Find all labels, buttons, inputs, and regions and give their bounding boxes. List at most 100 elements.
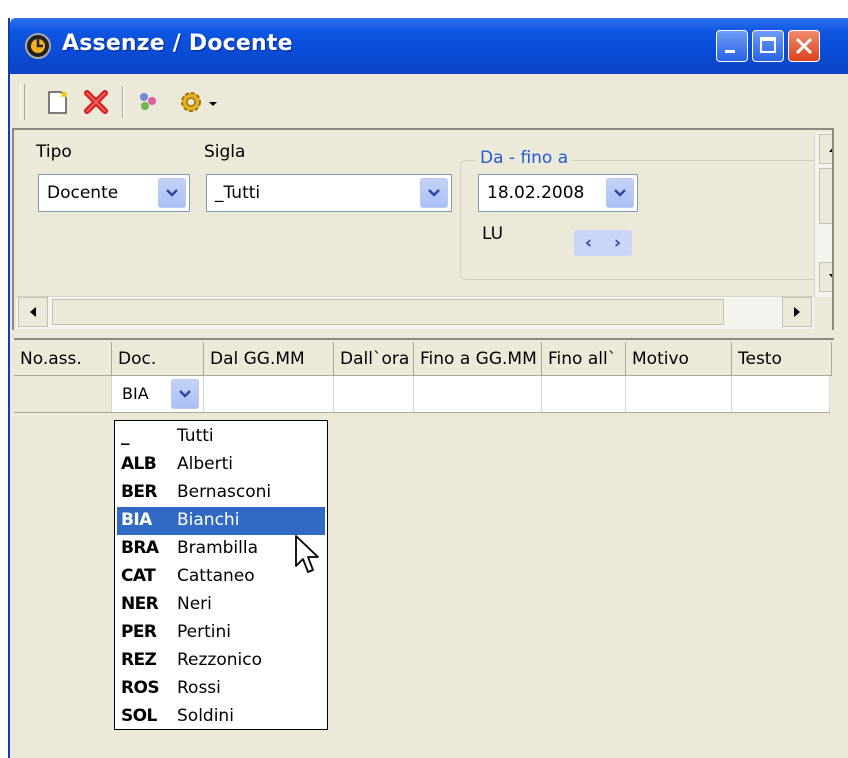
panel-vertical-scrollbar[interactable] (814, 132, 832, 297)
chevron-down-icon (428, 189, 440, 197)
maximize-icon (760, 37, 776, 53)
settings-dropdown-button[interactable] (170, 86, 226, 118)
list-item[interactable]: REZ Rezzonico (117, 647, 325, 675)
table-row[interactable]: BIA (14, 376, 830, 413)
teacher-name: Bianchi (177, 510, 240, 530)
list-item[interactable]: ROS Rossi (117, 675, 325, 703)
teacher-name: Cattaneo (177, 566, 255, 586)
chevron-down-icon (179, 390, 191, 398)
toolbar (10, 76, 848, 128)
cell-dall-ora[interactable] (334, 376, 414, 412)
teacher-code: ROS (121, 678, 160, 698)
sigla-dropdown-button[interactable] (420, 178, 448, 208)
date-range-title: Da - fino a (476, 148, 573, 168)
scroll-right-button[interactable] (782, 297, 812, 327)
cell-dal-gg-mm[interactable] (204, 376, 334, 412)
column-header-no-ass[interactable]: No.ass. (14, 342, 112, 376)
next-day-button[interactable]: › (614, 233, 621, 253)
teacher-name: Rezzonico (177, 650, 262, 670)
teacher-code: BRA (121, 538, 159, 558)
scroll-left-button[interactable] (18, 297, 48, 327)
teacher-name: Soldini (177, 706, 234, 726)
day-label: LU (482, 224, 504, 244)
chevron-down-icon (166, 189, 178, 197)
delete-x-icon (84, 90, 108, 114)
teacher-code: BER (121, 482, 157, 502)
teacher-name: Rossi (177, 678, 221, 698)
column-header-doc[interactable]: Doc. (112, 342, 204, 376)
vertical-scroll-thumb[interactable] (819, 168, 832, 224)
close-icon (795, 37, 813, 55)
list-item[interactable]: ALB Alberti (117, 451, 325, 479)
list-item[interactable]: PER Pertini (117, 619, 325, 647)
tipo-value: Docente (47, 183, 119, 203)
teacher-code: BIA (121, 510, 152, 530)
teacher-name: Neri (177, 594, 212, 614)
horizontal-scroll-thumb[interactable] (52, 299, 724, 325)
teacher-code: REZ (121, 650, 157, 670)
arrow-up-icon (829, 148, 832, 152)
gear-icon (181, 92, 201, 112)
teacher-name: Alberti (177, 454, 233, 474)
sigla-value: _Tutti (215, 183, 261, 203)
minimize-icon (725, 50, 735, 53)
teacher-code: SOL (121, 706, 157, 726)
new-button[interactable] (42, 86, 74, 118)
date-dropdown-button[interactable] (606, 178, 634, 208)
arrow-right-icon (794, 307, 800, 317)
arrow-left-icon (30, 307, 36, 317)
cell-no-ass[interactable] (14, 376, 112, 412)
teacher-code: NER (121, 594, 159, 614)
toolbar-grip[interactable] (20, 84, 25, 120)
teacher-code: PER (121, 622, 157, 642)
cell-motivo[interactable] (626, 376, 732, 412)
column-header-dal-gg-mm[interactable]: Dal GG.MM (204, 342, 334, 376)
list-item[interactable]: _ Tutti (117, 423, 325, 451)
delete-button[interactable] (80, 86, 112, 118)
teacher-code: ALB (121, 454, 157, 474)
list-item[interactable]: SOL Soldini (117, 703, 325, 731)
column-header-testo[interactable]: Testo (732, 342, 832, 376)
sigla-select[interactable]: _Tutti (206, 174, 452, 212)
groups-button[interactable] (132, 86, 164, 118)
title-bar[interactable]: Assenze / Docente (10, 18, 848, 74)
chevron-down-icon (209, 102, 217, 106)
doc-combo-value: BIA (122, 384, 149, 403)
teacher-code: _ (121, 426, 129, 446)
toolbar-separator (122, 86, 124, 118)
panel-horizontal-scrollbar[interactable] (16, 296, 814, 329)
app-icon (25, 33, 51, 59)
arrow-down-icon (829, 274, 832, 278)
list-item[interactable]: NER Neri (117, 591, 325, 619)
date-picker[interactable]: 18.02.2008 (478, 174, 638, 212)
tipo-label: Tipo (36, 142, 72, 162)
scroll-up-button[interactable] (819, 134, 832, 164)
minimize-button[interactable] (716, 30, 748, 62)
list-item[interactable]: BIA Bianchi (117, 507, 325, 535)
cell-doc-combo[interactable]: BIA (112, 376, 204, 412)
filter-panel: Tipo Docente Sigla _Tutti Da - fino a 18… (12, 128, 834, 330)
teacher-name: Bernasconi (177, 482, 272, 502)
new-document-icon (48, 90, 68, 114)
column-header-motivo[interactable]: Motivo (626, 342, 732, 376)
cell-fino-a-gg-mm[interactable] (414, 376, 542, 412)
sigla-label: Sigla (204, 142, 246, 162)
tipo-dropdown-button[interactable] (158, 178, 186, 208)
window-title: Assenze / Docente (62, 31, 293, 56)
doc-dropdown-button[interactable] (171, 379, 199, 409)
column-header-dall-ora[interactable]: Dall`ora (334, 342, 414, 376)
cell-testo[interactable] (732, 376, 830, 412)
column-header-fino-all[interactable]: Fino all` (542, 342, 626, 376)
chevron-down-icon (614, 189, 626, 197)
tipo-select[interactable]: Docente (38, 174, 190, 212)
list-item[interactable]: BER Bernasconi (117, 479, 325, 507)
close-button[interactable] (788, 30, 820, 62)
teacher-name: Pertini (177, 622, 231, 642)
maximize-button[interactable] (752, 30, 784, 62)
column-header-fino-a-gg-mm[interactable]: Fino a GG.MM (414, 342, 542, 376)
scroll-down-button[interactable] (819, 262, 832, 292)
cell-fino-all[interactable] (542, 376, 626, 412)
people-icon (140, 93, 156, 110)
teacher-code: CAT (121, 566, 156, 586)
prev-day-button[interactable]: ‹ (585, 233, 592, 253)
